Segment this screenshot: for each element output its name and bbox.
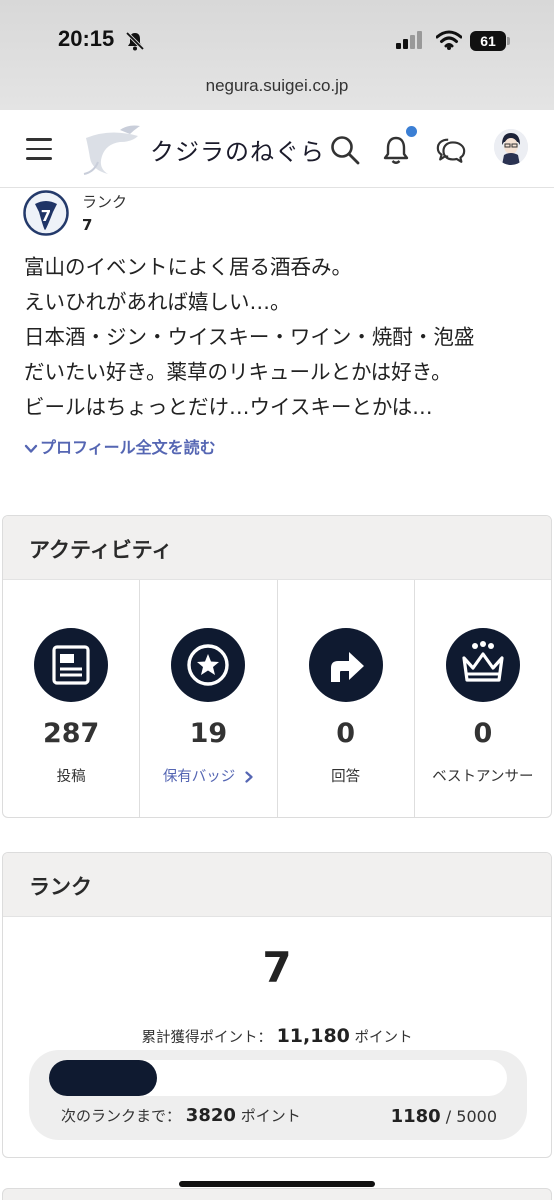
- rank-label: ランク: [82, 193, 128, 211]
- total-points-unit: ポイント: [354, 1030, 413, 1046]
- document-icon: [34, 628, 109, 702]
- ratio-separator: /: [445, 1107, 452, 1126]
- rank-badge-icon: 7: [23, 190, 69, 236]
- stat-label: ベストアンサー: [432, 769, 534, 785]
- signal-icon: [396, 31, 422, 49]
- next-rank-points: 3820: [185, 1105, 236, 1126]
- rank-progress-fill: [49, 1060, 158, 1096]
- menu-icon[interactable]: [26, 138, 52, 160]
- total-points-line: 累計獲得ポイント： 11,180 ポイント: [3, 1025, 551, 1047]
- bio-line: ビールはちょっとだけ…ウイスキーとかは…: [24, 395, 433, 419]
- stat-value: 19: [189, 718, 228, 749]
- stat-label: 回答: [331, 769, 361, 785]
- rank-value: 7: [82, 216, 93, 234]
- stat-badges[interactable]: 19 保有バッジ: [140, 580, 278, 817]
- browser-chrome: 20:15 61 negura.suigei.co.jp: [0, 0, 554, 110]
- next-rank-unit: ポイント: [240, 1107, 301, 1125]
- app-header: クジラのねぐら: [0, 110, 554, 188]
- page: 20:15 61 negura.suigei.co.jp クジラのねぐら 7 ラ…: [0, 0, 554, 1200]
- next-rank-prefix: 次のランクまで：: [61, 1107, 182, 1125]
- wifi-icon: [436, 30, 462, 50]
- bell-off-icon: [125, 31, 145, 51]
- chevron-right-icon: [245, 771, 253, 783]
- url-bar[interactable]: negura.suigei.co.jp: [0, 76, 554, 96]
- bio-line: えいひれがあれば嬉しい…。: [24, 290, 291, 314]
- total-points-prefix: 累計獲得ポイント：: [141, 1030, 272, 1046]
- bio-line: 富山のイベントによく居る酒呑み。: [24, 255, 352, 279]
- bell-icon[interactable]: [380, 134, 412, 166]
- stat-value: 0: [336, 718, 356, 749]
- reply-arrow-icon: [308, 628, 383, 702]
- status-time: 20:15: [58, 26, 115, 51]
- activity-title: アクティビティ: [3, 516, 551, 580]
- bio-line: だいたい好き。薬草のリキュールとかは好き。: [24, 360, 452, 384]
- stat-value: 0: [473, 718, 493, 749]
- site-logo-text[interactable]: クジラのねぐら: [150, 132, 325, 167]
- chat-bubbles-icon[interactable]: [435, 134, 467, 166]
- activity-stats: 287 投稿 19 保有バッジ 0 回答 0 ベストアンサー: [3, 580, 551, 817]
- stat-label: 保有バッジ: [162, 769, 236, 785]
- rank-progress-track: [49, 1060, 507, 1096]
- badges-link[interactable]: 保有バッジ: [140, 765, 276, 786]
- notification-dot: [406, 126, 417, 137]
- target-points: 5000: [456, 1107, 497, 1126]
- battery-cap: [507, 37, 510, 45]
- next-card-edge: [2, 1188, 552, 1200]
- rank-title: ランク: [3, 853, 551, 917]
- points-ratio: 1180 / 5000: [391, 1106, 497, 1127]
- crown-icon: [445, 628, 520, 702]
- chevron-down-icon: [24, 444, 38, 453]
- rank-progress-panel: 次のランクまで： 3820 ポイント 1180 / 5000: [29, 1050, 527, 1140]
- profile-bio: 富山のイベントによく居る酒呑み。 えいひれがあれば嬉しい…。 日本酒・ジン・ウイ…: [24, 250, 544, 425]
- stat-answers[interactable]: 0 回答: [278, 580, 415, 817]
- svg-text:7: 7: [41, 207, 51, 225]
- avatar-illustration-icon: [494, 129, 528, 165]
- next-rank-line: 次のランクまで： 3820 ポイント: [61, 1105, 301, 1126]
- stat-value: 287: [42, 718, 100, 749]
- current-points: 1180: [390, 1106, 441, 1127]
- read-more-label: プロフィール全文を読む: [40, 438, 216, 457]
- bio-line: 日本酒・ジン・ウイスキー・ワイン・焼酎・泡盛: [24, 325, 475, 349]
- home-indicator[interactable]: [179, 1181, 375, 1187]
- badge-star-icon: [171, 628, 246, 702]
- activity-card: アクティビティ 287 投稿 19 保有バッジ 0 回答 0 ベストアンサー: [2, 515, 552, 818]
- battery-indicator: 61: [470, 31, 506, 51]
- stat-best-answers[interactable]: 0 ベストアンサー: [415, 580, 551, 817]
- search-icon[interactable]: [329, 134, 361, 166]
- stat-posts[interactable]: 287 投稿: [3, 580, 141, 817]
- rank-number: 7: [262, 943, 292, 992]
- stat-label: 投稿: [56, 769, 86, 785]
- total-points-value: 11,180: [276, 1025, 350, 1047]
- user-avatar[interactable]: [494, 129, 528, 165]
- rank-card: ランク 7 累計獲得ポイント： 11,180 ポイント 次のランクまで： 382…: [2, 852, 552, 1158]
- read-full-profile-link[interactable]: プロフィール全文を読む: [24, 434, 216, 458]
